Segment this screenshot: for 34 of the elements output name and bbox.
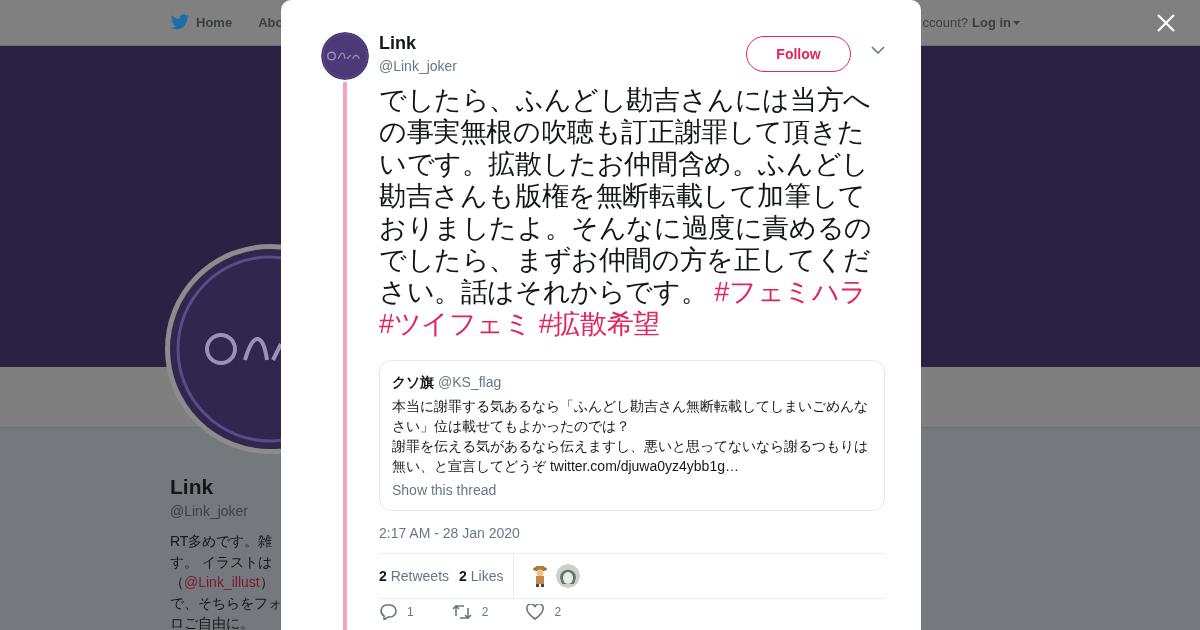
quoted-author-handle: @KS_flag: [438, 374, 502, 390]
action-count: 2: [554, 605, 562, 619]
login-link[interactable]: Log in: [972, 15, 1020, 30]
action-count: 1: [407, 605, 414, 619]
quoted-tweet[interactable]: クソ旗 @KS_flag 本当に謝罪する気あるなら「ふんどし勘吉さん無断転載してしまいごめんなさい」位は載せてもよかったのでは？ 謝罪を伝える気があるなら伝えますし、悪いと思ってないなら謝るつもりは無い、と宣言してどうぞ twitter.com/djuwa0yz4ybb1g… Show this thread: [379, 360, 885, 511]
caret-icon[interactable]: [1013, 20, 1020, 25]
bio-text: （@Link_illust）: [170, 573, 274, 592]
hashtag-link[interactable]: #ツイフェミ: [379, 309, 532, 339]
reply-icon[interactable]: [379, 604, 397, 620]
hashtag-link[interactable]: #フェミハラ: [714, 277, 867, 307]
tweet-text: でしたら、ふんどし勘吉さんには当方への事実無根の吹聴も訂正謝罪して頂きたいです。拡散したお仲間含め。ふんどし勘吉さんも版権を無断転載して加筆しておりましたよ。そんなに過度に責めるのでしたら、まずお仲間の方を正してください。話はそれからです。 #フェミハラ #ツイフェミ #拡散希望: [379, 84, 873, 340]
quoted-link[interactable]: twitter.com/djuwa0yz4ybb1g…: [549, 458, 739, 474]
bio-text: ロご自由に。: [170, 614, 254, 630]
close-icon[interactable]: [1157, 14, 1175, 32]
author-name[interactable]: Link: [379, 33, 458, 54]
hashtag-link[interactable]: #拡散希望: [538, 309, 660, 339]
retweet-icon[interactable]: [451, 604, 472, 620]
tweet-timestamp: 2:17 AM - 28 Jan 2020: [379, 525, 885, 554]
follow-button[interactable]: Follow: [746, 36, 851, 72]
action-count: 2: [481, 605, 489, 619]
account-prompt: ccount?: [922, 15, 968, 30]
stat-link[interactable]: 2 Retweets: [379, 568, 450, 584]
nav-link[interactable]: Home: [196, 15, 233, 30]
show-thread-link[interactable]: Show this thread: [392, 482, 872, 498]
bio-text: す。 イラストは: [170, 552, 272, 572]
chevron-icon[interactable]: [871, 46, 885, 54]
profile-name: Link: [170, 475, 214, 499]
bio-text: RT多めです。雑: [170, 532, 273, 551]
bio-text: で、そちらをフォ: [170, 593, 282, 613]
quoted-text: 本当に謝罪する気あるなら「ふんどし勘吉さん無断転載してしまいごめんなさい」位は載せてもよかったのでは？ 謝罪を伝える気があるなら伝えますし、悪いと思ってないなら謝るつもりは無い、と宣言してどうぞ twitter.com/djuwa0yz4ybb1g…: [392, 397, 869, 476]
quoted-author-name: クソ旗: [392, 374, 434, 392]
heart-icon[interactable]: [526, 604, 545, 620]
stat-link[interactable]: 2 Likes: [459, 568, 504, 584]
author-handle[interactable]: @Link_joker: [379, 58, 458, 74]
